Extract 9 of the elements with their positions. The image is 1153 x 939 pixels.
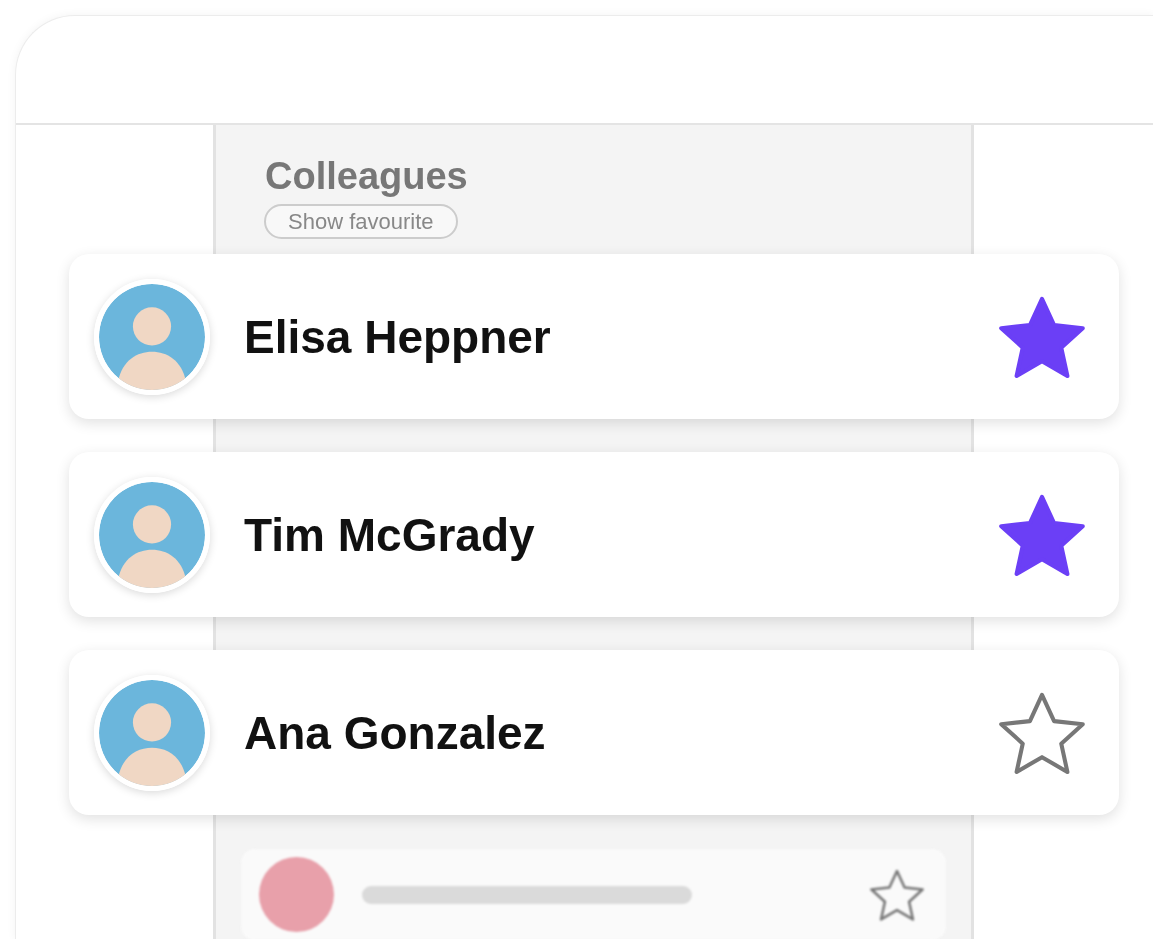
contact-card[interactable]: Elisa Heppner (69, 254, 1119, 419)
section-title: Colleagues (264, 154, 469, 198)
contact-name: Tim McGrady (244, 507, 536, 562)
avatar-icon (259, 857, 334, 932)
contact-name: Elisa Heppner (244, 309, 552, 364)
star-outline-icon[interactable] (870, 867, 924, 922)
contact-card[interactable]: Tim McGrady (69, 452, 1119, 617)
contact-card[interactable]: Ana Gonzalez (69, 650, 1119, 815)
contact-name: Ana Gonzalez (244, 705, 547, 760)
